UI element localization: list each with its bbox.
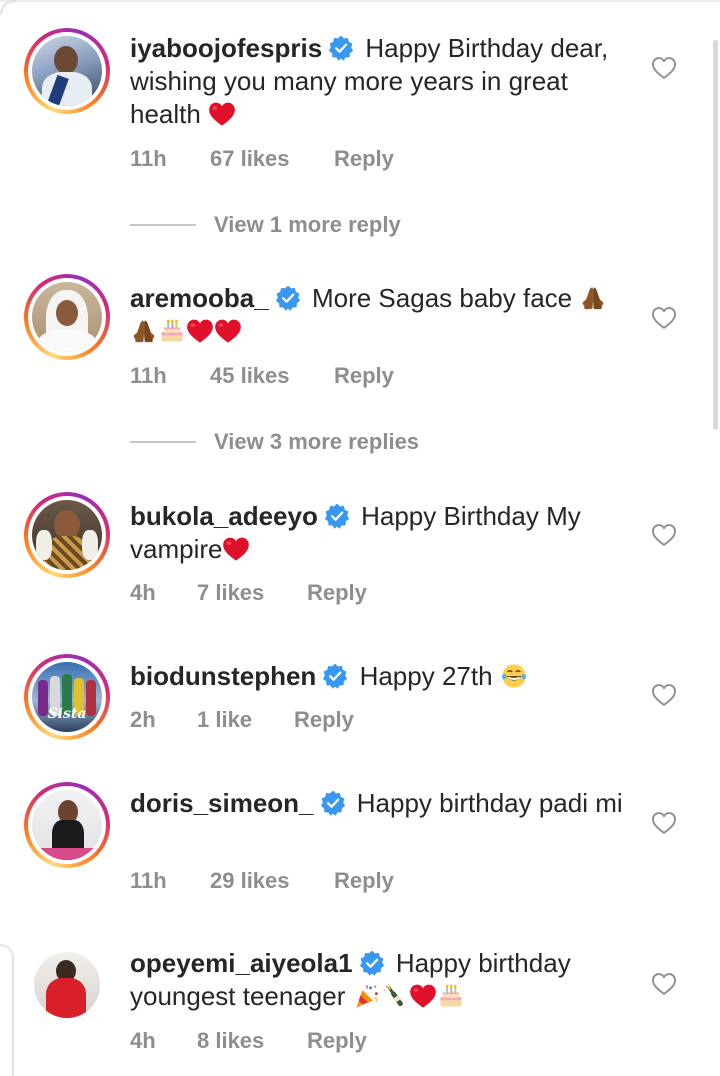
reply-button[interactable]: Reply bbox=[307, 580, 367, 606]
red-heart-icon bbox=[222, 535, 250, 563]
birthday-cake-icon bbox=[437, 982, 465, 1010]
sheet-edge bbox=[0, 944, 14, 1076]
sheet-corner bbox=[0, 0, 16, 14]
avatar[interactable]: Sista bbox=[24, 654, 110, 740]
likes-count[interactable]: 1 like bbox=[197, 707, 294, 733]
birthday-cake-icon bbox=[158, 317, 186, 345]
view-replies-label[interactable]: View 3 more replies bbox=[214, 429, 419, 455]
verified-badge-icon bbox=[322, 663, 348, 689]
verified-badge-icon bbox=[324, 503, 350, 529]
comment-text: opeyemi_aiyeola1 Happy birthday youngest… bbox=[130, 947, 630, 1013]
avatar[interactable] bbox=[24, 28, 110, 114]
username[interactable]: iyaboojofespris bbox=[130, 33, 322, 63]
comment-meta: 4h 7 likes Reply bbox=[130, 580, 367, 606]
comment-text: biodunstephen Happy 27th bbox=[130, 660, 630, 693]
comment-text: doris_simeon_ Happy birthday padi mi bbox=[130, 787, 630, 820]
reply-button[interactable]: Reply bbox=[307, 1028, 367, 1054]
like-heart-icon[interactable] bbox=[650, 970, 678, 998]
red-heart-icon bbox=[186, 317, 214, 345]
view-replies-button[interactable]: View 1 more reply bbox=[130, 212, 401, 238]
username[interactable]: biodunstephen bbox=[130, 661, 316, 691]
divider-line bbox=[130, 441, 196, 443]
champagne-bottle-icon bbox=[381, 982, 409, 1010]
comment-meta: 11h 29 likes Reply bbox=[130, 868, 394, 894]
top-divider bbox=[0, 0, 720, 2]
comment-meta: 2h 1 like Reply bbox=[130, 707, 354, 733]
comment-meta: 11h 45 likes Reply bbox=[130, 363, 394, 389]
comment-text: iyaboojofespris Happy Birthday dear, wis… bbox=[130, 32, 630, 131]
comment-body: Happy 27th bbox=[359, 661, 493, 691]
scrollbar[interactable] bbox=[713, 40, 718, 430]
folded-hands-icon bbox=[130, 317, 158, 345]
verified-badge-icon bbox=[328, 35, 354, 61]
timestamp: 11h bbox=[130, 146, 167, 171]
timestamp: 2h bbox=[130, 707, 156, 732]
view-replies-button[interactable]: View 3 more replies bbox=[130, 429, 419, 455]
comment-text: bukola_adeeyo Happy Birthday My vampire bbox=[130, 500, 630, 566]
red-heart-icon bbox=[214, 317, 242, 345]
likes-count[interactable]: 67 likes bbox=[210, 146, 334, 172]
avatar[interactable] bbox=[24, 274, 110, 360]
comment-body: Happy birthday padi mi bbox=[356, 788, 623, 818]
timestamp: 11h bbox=[130, 363, 167, 388]
username[interactable]: opeyemi_aiyeola1 bbox=[130, 948, 353, 978]
avatar-caption: Sista bbox=[47, 706, 87, 722]
like-heart-icon[interactable] bbox=[650, 304, 678, 332]
red-heart-icon bbox=[409, 982, 437, 1010]
comment-meta: 11h 67 likes Reply bbox=[130, 146, 394, 172]
red-heart-icon bbox=[208, 100, 236, 128]
reply-button[interactable]: Reply bbox=[294, 707, 354, 733]
verified-badge-icon bbox=[275, 285, 301, 311]
face-with-tears-of-joy-icon bbox=[500, 662, 528, 690]
username[interactable]: bukola_adeeyo bbox=[130, 501, 318, 531]
timestamp: 11h bbox=[130, 868, 167, 893]
folded-hands-icon bbox=[579, 284, 607, 312]
likes-count[interactable]: 8 likes bbox=[197, 1028, 307, 1054]
like-heart-icon[interactable] bbox=[650, 681, 678, 709]
like-heart-icon[interactable] bbox=[650, 521, 678, 549]
reply-button[interactable]: Reply bbox=[334, 146, 394, 172]
timestamp: 4h bbox=[130, 580, 156, 605]
reply-button[interactable]: Reply bbox=[334, 868, 394, 894]
verified-badge-icon bbox=[359, 950, 385, 976]
avatar[interactable] bbox=[24, 942, 110, 1028]
likes-count[interactable]: 29 likes bbox=[210, 868, 334, 894]
avatar[interactable] bbox=[24, 782, 110, 868]
timestamp: 4h bbox=[130, 1028, 156, 1053]
username[interactable]: aremooba_ bbox=[130, 283, 269, 313]
avatar[interactable] bbox=[24, 492, 110, 578]
likes-count[interactable]: 45 likes bbox=[210, 363, 334, 389]
view-replies-label[interactable]: View 1 more reply bbox=[214, 212, 401, 238]
divider-line bbox=[130, 224, 196, 226]
party-popper-icon bbox=[353, 982, 381, 1010]
username[interactable]: doris_simeon_ bbox=[130, 788, 314, 818]
comment-text: aremooba_ More Sagas baby face bbox=[130, 282, 630, 348]
likes-count[interactable]: 7 likes bbox=[197, 580, 307, 606]
reply-button[interactable]: Reply bbox=[334, 363, 394, 389]
verified-badge-icon bbox=[320, 790, 346, 816]
comment-body: More Sagas baby face bbox=[311, 283, 573, 313]
like-heart-icon[interactable] bbox=[650, 809, 678, 837]
like-heart-icon[interactable] bbox=[650, 54, 678, 82]
comment-meta: 4h 8 likes Reply bbox=[130, 1028, 367, 1054]
